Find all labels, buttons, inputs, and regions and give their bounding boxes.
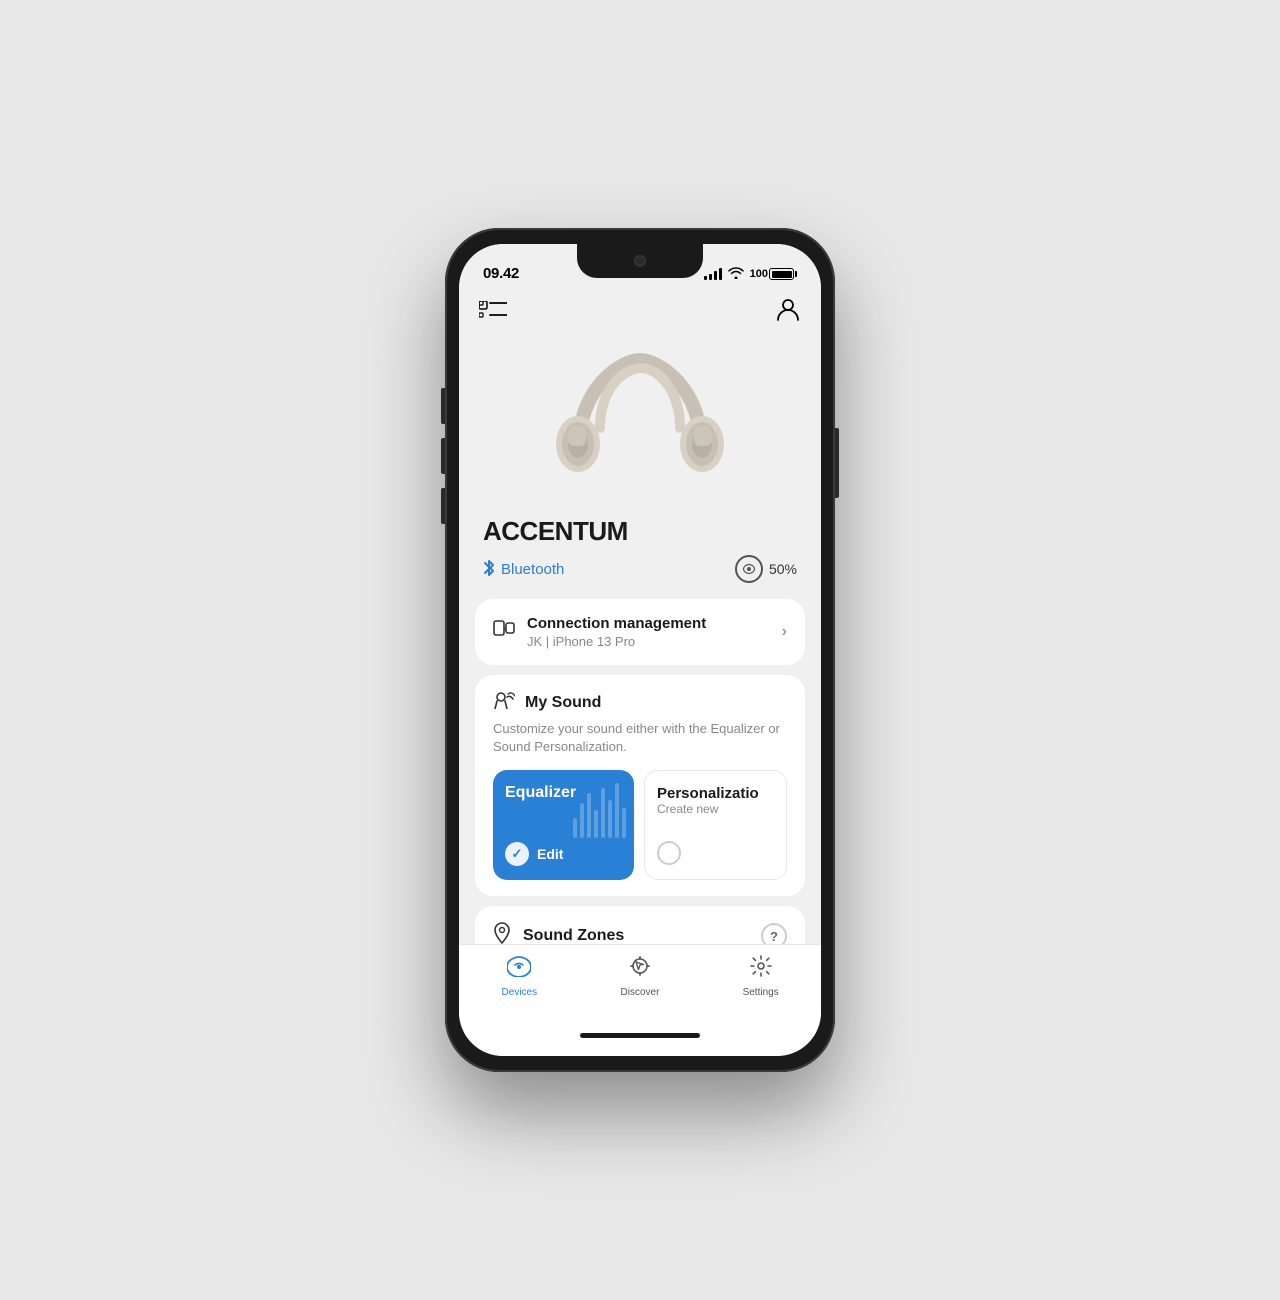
cards-container: Connection management JK | iPhone 13 Pro…: [459, 599, 821, 944]
chevron-right-icon: ›: [782, 623, 787, 641]
nav-devices[interactable]: Devices: [484, 955, 554, 998]
battery-status: 50%: [735, 555, 797, 583]
personalization-option[interactable]: Personalizatio Create new: [644, 770, 787, 880]
wifi-icon: [728, 266, 744, 282]
settings-icon: [750, 955, 772, 983]
equalizer-edit-label: Edit: [537, 846, 563, 862]
location-icon: [493, 922, 511, 944]
profile-icon[interactable]: [775, 296, 801, 328]
device-connection: Bluetooth 50%: [483, 555, 797, 583]
sound-title: My Sound: [525, 694, 601, 712]
bottom-nav: Devices Discover: [459, 944, 821, 1027]
discover-icon: [629, 955, 651, 983]
sound-zones-inner: Sound Zones ?: [493, 922, 787, 944]
battery-label: 100: [750, 268, 768, 280]
bluetooth-label[interactable]: Bluetooth: [483, 559, 564, 580]
sound-zones-left: Sound Zones: [493, 922, 624, 944]
equalizer-bottom: ✓ Edit: [505, 842, 622, 866]
discover-label: Discover: [621, 987, 660, 998]
notch: [577, 244, 703, 278]
phone-frame: 09.42 100: [445, 228, 835, 1072]
status-icons: 100: [704, 266, 797, 282]
sound-zones-card[interactable]: Sound Zones ?: [475, 906, 805, 944]
signal-icon: [704, 268, 722, 280]
home-indicator: [580, 1033, 700, 1038]
device-name: ACCENTUM: [483, 516, 628, 547]
equalizer-option[interactable]: Equalizer: [493, 770, 634, 880]
headphone-battery-icon: [735, 555, 763, 583]
app-header: [459, 288, 821, 340]
sound-zones-title: Sound Zones: [523, 927, 624, 944]
personalization-radio[interactable]: [657, 841, 681, 865]
connection-info: Connection management JK | iPhone 13 Pro: [527, 615, 706, 649]
settings-label: Settings: [743, 987, 779, 998]
sound-options: Equalizer: [493, 770, 787, 880]
bluetooth-icon: [483, 559, 495, 580]
devices-icon: [507, 955, 531, 983]
sound-icon: [493, 691, 515, 714]
phone-screen: 09.42 100: [459, 244, 821, 1056]
my-sound-card: My Sound Customize your sound either wit…: [475, 675, 805, 896]
nav-discover[interactable]: Discover: [605, 955, 675, 998]
connection-icon: [493, 618, 515, 646]
battery-icon: 100: [750, 268, 797, 280]
personalization-label: Personalizatio: [657, 785, 774, 802]
device-hero: ACCENTUM Bluetooth: [459, 340, 821, 599]
sound-card-header: My Sound: [493, 691, 787, 714]
status-time: 09.42: [483, 265, 519, 282]
home-indicator-area: [459, 1027, 821, 1056]
help-icon[interactable]: ?: [761, 923, 787, 944]
sound-description: Customize your sound either with the Equ…: [493, 720, 787, 756]
menu-icon[interactable]: [479, 301, 507, 323]
connection-management-card[interactable]: Connection management JK | iPhone 13 Pro…: [475, 599, 805, 665]
content-area: ACCENTUM Bluetooth: [459, 340, 821, 944]
nav-settings[interactable]: Settings: [726, 955, 796, 998]
connection-card-left: Connection management JK | iPhone 13 Pro: [493, 615, 706, 649]
personalization-subtitle: Create new: [657, 802, 774, 816]
headphones-image: [483, 340, 797, 500]
equalizer-check-icon: ✓: [505, 842, 529, 866]
front-camera: [634, 255, 646, 267]
devices-label: Devices: [502, 987, 538, 998]
